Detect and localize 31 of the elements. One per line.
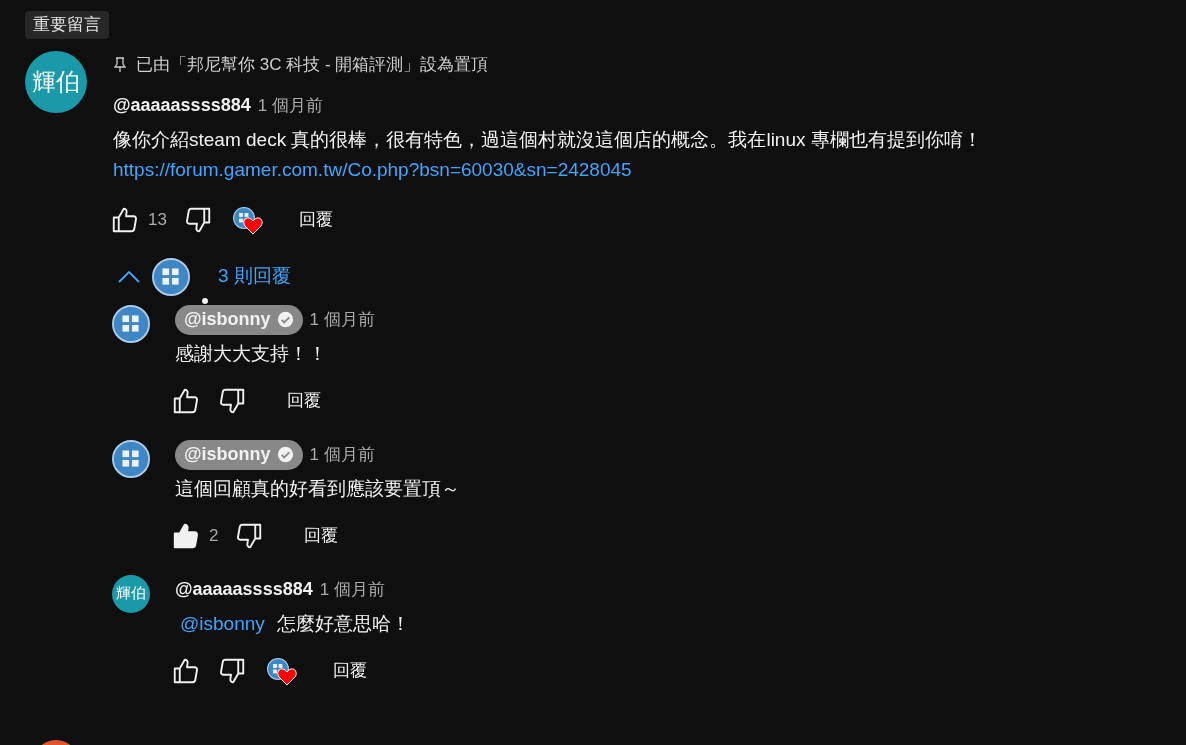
comment-text: 怎麼好意思哈！ bbox=[276, 612, 410, 637]
collapse-button[interactable] bbox=[118, 270, 140, 283]
reply-button[interactable]: 回覆 bbox=[287, 387, 321, 414]
reply-button[interactable]: 回覆 bbox=[298, 206, 333, 233]
reply-button[interactable]: 回覆 bbox=[304, 522, 339, 549]
comment-text: 感謝大大支持！！ bbox=[175, 342, 327, 367]
replies-toggle[interactable]: 3 則回覆 bbox=[218, 262, 291, 291]
creator-avatar bbox=[112, 439, 150, 478]
chevron-up-icon bbox=[118, 270, 140, 283]
comment-time[interactable]: 1 個月前 bbox=[309, 441, 375, 468]
reply-button[interactable]: 回覆 bbox=[333, 657, 367, 684]
pin-icon bbox=[113, 56, 127, 73]
comment-link[interactable]: https://forum.gamer.com.tw/Co.php?bsn=60030&sn=2428045 bbox=[113, 154, 982, 185]
like-count: 2 bbox=[209, 524, 219, 547]
comment-time[interactable]: 1 個月前 bbox=[319, 576, 385, 603]
author-name: @isbonny bbox=[184, 443, 271, 466]
verified-icon bbox=[276, 311, 294, 328]
comment-text: 像你介紹steam deck 真的很棒，很有特色，過這個村就沒這個店的概念。我在linux 專欄也有提到你唷！ bbox=[113, 127, 982, 152]
author-name: @isbonny bbox=[184, 308, 271, 331]
comment-author[interactable]: @aaaaassss884 bbox=[113, 91, 251, 119]
comment-time[interactable]: 1 個月前 bbox=[257, 92, 323, 118]
comment-author[interactable]: @aaaaassss884 bbox=[175, 576, 313, 603]
creator-avatar bbox=[152, 257, 190, 296]
mention-link[interactable]: @isbonny bbox=[180, 610, 265, 639]
comment-time[interactable]: 1 個月前 bbox=[309, 306, 375, 333]
like-count: 13 bbox=[148, 208, 167, 231]
verified-icon bbox=[276, 446, 294, 463]
creator-avatar bbox=[112, 304, 150, 343]
comment-text: 這個回顧真的好看到應該要置頂～ bbox=[175, 477, 460, 502]
pinned-label: 已由「邦尼幫你 3C 科技 - 開箱評測」設為置頂 bbox=[136, 53, 489, 76]
section-badge: 重要留言 bbox=[25, 11, 109, 39]
